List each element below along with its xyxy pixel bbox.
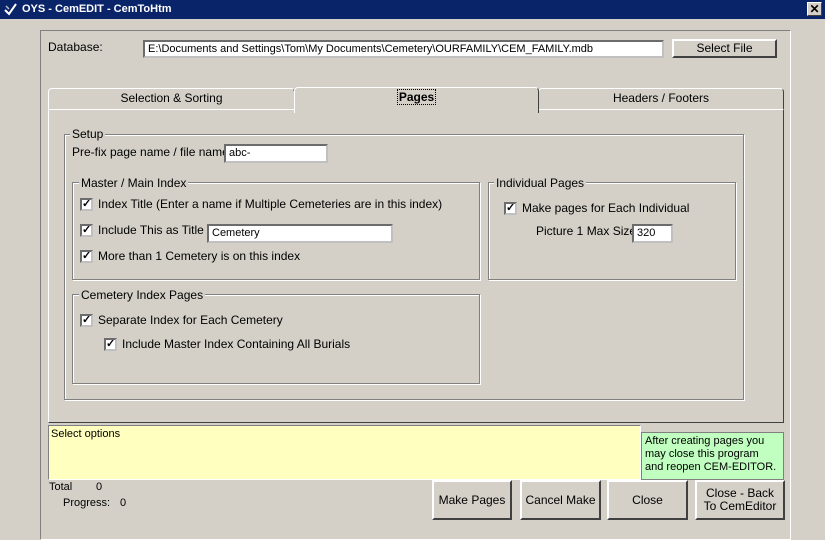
include-title-label: Include This as Title	[98, 223, 204, 237]
check-icon: ✓	[506, 202, 516, 214]
progress-value: 0	[120, 497, 127, 509]
window-close-button[interactable]: ✕	[807, 2, 822, 16]
database-label: Database:	[48, 40, 103, 54]
prefix-input[interactable]: abc-	[224, 144, 328, 163]
status-message-box: Select options	[48, 425, 641, 480]
index-title-checkbox[interactable]: ✓	[80, 198, 93, 211]
check-icon: ✓	[82, 250, 92, 262]
check-icon: ✓	[106, 338, 116, 350]
prefix-label: Pre-fix page name / file name	[72, 145, 229, 159]
separate-index-checkbox[interactable]: ✓	[80, 314, 93, 327]
check-icon: ✓	[82, 224, 92, 236]
include-master-index-checkbox[interactable]: ✓	[104, 338, 117, 351]
more-than-one-label: More than 1 Cemetery is on this index	[98, 249, 301, 263]
total-value: 0	[96, 481, 103, 493]
progress-label: Progress:	[63, 497, 111, 509]
tab-selection-sorting-label: Selection & Sorting	[120, 91, 223, 105]
select-file-button[interactable]: Select File	[672, 39, 777, 58]
window-title: OYS - CemEDIT - CemToHtm	[22, 3, 172, 15]
total-label: Total	[49, 481, 73, 493]
database-path-field[interactable]: E:\Documents and Settings\Tom\My Documen…	[143, 40, 664, 58]
make-individual-pages-checkbox[interactable]: ✓	[504, 202, 517, 215]
title-input[interactable]: Cemetery	[207, 224, 393, 243]
separate-index-label: Separate Index for Each Cemetery	[98, 313, 283, 327]
app-icon	[4, 3, 17, 16]
picture-max-size-input[interactable]: 320	[632, 224, 673, 243]
index-title-label: Index Title (Enter a name if Multiple Ce…	[98, 197, 443, 211]
more-than-one-checkbox[interactable]: ✓	[80, 250, 93, 263]
info-note-box: After creating pages you may close this …	[641, 432, 784, 480]
make-pages-button[interactable]: Make Pages	[432, 480, 512, 520]
master-index-group-label: Master / Main Index	[79, 176, 189, 190]
include-master-index-label: Include Master Index Containing All Buri…	[122, 337, 351, 351]
tab-headers-footers-label: Headers / Footers	[612, 91, 710, 105]
make-individual-pages-label: Make pages for Each Individual	[522, 201, 690, 215]
close-back-to-cemeditor-button[interactable]: Close - Back To CemEditor	[695, 480, 785, 520]
check-icon: ✓	[82, 314, 92, 326]
tab-pages[interactable]: Pages	[294, 87, 539, 113]
include-title-checkbox[interactable]: ✓	[80, 224, 93, 237]
cemetery-index-group-label: Cemetery Index Pages	[79, 288, 206, 302]
individual-pages-group-label: Individual Pages	[494, 176, 587, 190]
check-icon: ✓	[82, 198, 92, 210]
cancel-make-button[interactable]: Cancel Make	[520, 480, 601, 520]
close-icon: ✕	[809, 2, 820, 16]
tab-headers-footers[interactable]: Headers / Footers	[538, 88, 784, 110]
tab-selection-sorting[interactable]: Selection & Sorting	[48, 88, 295, 110]
close-button[interactable]: Close	[607, 480, 688, 520]
setup-group-label: Setup	[70, 127, 106, 141]
title-bar: OYS - CemEDIT - CemToHtm ✕	[0, 0, 825, 19]
picture-max-size-label: Picture 1 Max Size	[536, 224, 637, 238]
tab-pages-label: Pages	[396, 89, 437, 105]
